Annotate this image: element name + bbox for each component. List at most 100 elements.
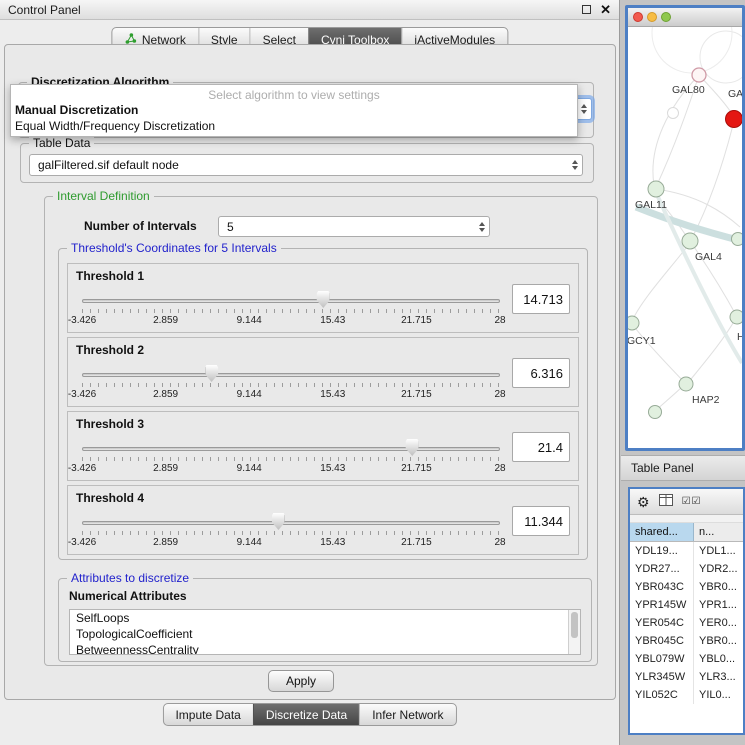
columns-icon[interactable] — [659, 493, 673, 511]
threshold-1-slider[interactable]: -3.426 2.859 9.144 15.43 21.715 28 — [82, 290, 500, 332]
slider-track[interactable] — [82, 299, 500, 303]
group-legend: Interval Definition — [53, 189, 154, 203]
table-row[interactable]: YER054CYER0... — [630, 614, 743, 632]
num-intervals-label: Number of Intervals — [84, 219, 197, 233]
tab-impute-data[interactable]: Impute Data — [163, 704, 252, 725]
tab-label: Impute Data — [175, 708, 240, 722]
combo-stepper-icon — [572, 160, 578, 170]
slider-track[interactable] — [82, 521, 500, 525]
bottom-tab-bar: Impute Data Discretize Data Infer Networ… — [162, 703, 456, 726]
scrollbar-thumb[interactable] — [571, 612, 578, 638]
slider-thumb[interactable] — [317, 291, 330, 308]
table-data-value: galFiltered.sif default node — [38, 158, 179, 172]
threshold-3-value-field[interactable] — [512, 432, 570, 462]
slider-thumb[interactable] — [205, 365, 218, 382]
network-node[interactable] — [732, 233, 743, 246]
column-header-shared-name[interactable]: shared... — [630, 523, 694, 541]
network-node-gal80[interactable] — [692, 68, 706, 82]
node-label: GAL80 — [672, 84, 705, 96]
group-legend: Attributes to discretize — [67, 571, 193, 585]
network-node-gal11[interactable] — [648, 181, 664, 197]
table-row[interactable]: YIL052CYIL0... — [630, 686, 743, 704]
num-intervals-combobox[interactable]: 5 — [218, 216, 490, 237]
network-node[interactable] — [730, 310, 742, 324]
slider-thumb[interactable] — [272, 513, 285, 530]
node-label: H — [737, 331, 742, 343]
slider-track[interactable] — [82, 447, 500, 451]
table-row[interactable]: YBR045CYBR0... — [630, 632, 743, 650]
zoom-traffic-light-icon[interactable] — [661, 12, 671, 22]
list-scrollbar[interactable] — [568, 610, 580, 654]
network-node[interactable] — [668, 108, 679, 119]
tab-discretize-data[interactable]: Discretize Data — [253, 704, 359, 725]
table-header-row: shared... n... — [630, 523, 743, 542]
slider-ticks — [82, 383, 500, 387]
table-data-group: Table Data galFiltered.sif default node — [20, 143, 594, 183]
slider-track[interactable] — [82, 373, 500, 377]
window-title: Control Panel — [8, 3, 81, 17]
threshold-3-panel: Threshold 3 -3.426 2.859 9.144 15.43 21.… — [67, 411, 579, 481]
thresholds-group: Threshold's Coordinates for 5 Intervals … — [58, 248, 588, 560]
table-body: YDL19...YDL1... YDR27...YDR2... YBR043CY… — [630, 542, 743, 704]
threshold-label: Threshold 4 — [76, 491, 144, 505]
threshold-2-value-field[interactable] — [512, 358, 570, 388]
dropdown-option-manual[interactable]: Manual Discretization — [11, 102, 577, 118]
tab-infer-network[interactable]: Infer Network — [359, 704, 455, 725]
float-window-icon[interactable] — [582, 5, 591, 14]
slider-ticks — [82, 309, 500, 313]
threshold-3-slider[interactable]: -3.426 2.859 9.144 15.43 21.715 28 — [82, 438, 500, 480]
column-header-name[interactable]: n... — [694, 523, 743, 541]
table-row[interactable]: YDL19...YDL1... — [630, 542, 743, 560]
threshold-1-value-field[interactable] — [512, 284, 570, 314]
network-node-hap2[interactable] — [679, 377, 693, 391]
close-window-icon[interactable]: ✕ — [600, 3, 611, 16]
tab-label: Infer Network — [372, 708, 443, 722]
table-row[interactable]: YBR043CYBR0... — [630, 578, 743, 596]
slider-ticks — [82, 531, 500, 535]
node-label: GA — [728, 88, 742, 100]
attributes-group: Attributes to discretize Numerical Attri… — [58, 578, 592, 662]
table-row[interactable]: YLR345WYLR3... — [630, 668, 743, 686]
network-node-gcy1[interactable] — [628, 316, 639, 330]
node-label: GCY1 — [628, 335, 656, 347]
node-label: GAL4 — [695, 251, 722, 263]
table-toolbar: ⚙ ☑☑ — [630, 489, 743, 515]
threshold-4-slider[interactable]: -3.426 2.859 9.144 15.43 21.715 28 — [82, 512, 500, 554]
threshold-2-panel: Threshold 2 -3.426 2.859 9.144 15.43 21.… — [67, 337, 579, 407]
table-panel-title: Table Panel — [631, 461, 694, 475]
numerical-attributes-list: SelfLoops TopologicalCoefficient Between… — [69, 609, 581, 655]
control-panel-titlebar: Control Panel ✕ — [0, 0, 619, 20]
threshold-1-panel: Threshold 1 -3.426 2.859 9.144 15.43 21.… — [67, 263, 579, 333]
network-window-titlebar — [628, 8, 742, 27]
group-legend: Threshold's Coordinates for 5 Intervals — [67, 241, 281, 255]
close-traffic-light-icon[interactable] — [633, 12, 643, 22]
network-node-gal4[interactable] — [682, 233, 698, 249]
table-row[interactable]: YDR27...YDR2... — [630, 560, 743, 578]
node-label: GAL11 — [635, 199, 667, 211]
apply-button[interactable]: Apply — [268, 670, 334, 692]
threshold-2-slider[interactable]: -3.426 2.859 9.144 15.43 21.715 28 — [82, 364, 500, 406]
table-row[interactable]: YBL079WYBL0... — [630, 650, 743, 668]
select-columns-checkbox-icons[interactable]: ☑☑ — [682, 496, 702, 507]
num-intervals-value: 5 — [227, 220, 234, 234]
list-item[interactable]: SelfLoops — [70, 610, 580, 626]
network-node[interactable] — [649, 406, 662, 419]
threshold-label: Threshold 1 — [76, 269, 144, 283]
list-item[interactable]: TopologicalCoefficient — [70, 626, 580, 642]
combo-stepper-icon — [581, 104, 587, 114]
threshold-4-value-field[interactable] — [512, 506, 570, 536]
node-label: HAP2 — [692, 394, 720, 406]
dropdown-option-equal-width[interactable]: Equal Width/Frequency Discretization — [11, 118, 577, 134]
network-node-red[interactable] — [726, 111, 743, 128]
algorithm-dropdown-popup: Select algorithm to view settings Manual… — [10, 84, 578, 137]
gear-icon[interactable]: ⚙ — [637, 495, 650, 509]
threshold-4-panel: Threshold 4 -3.426 2.859 9.144 15.43 21.… — [67, 485, 579, 555]
network-canvas[interactable]: GAL80 GA GAL11 GAL4 GCY1 H HAP2 — [628, 27, 742, 448]
table-data-combobox[interactable]: galFiltered.sif default node — [29, 154, 583, 176]
tab-label: Discretize Data — [266, 708, 347, 722]
minimize-traffic-light-icon[interactable] — [647, 12, 657, 22]
table-panel-window: ⚙ ☑☑ shared... n... YDL19...YDL1... YDR2… — [628, 487, 745, 735]
list-item[interactable]: BetweennessCentrality — [70, 642, 580, 655]
slider-thumb[interactable] — [406, 439, 419, 456]
table-row[interactable]: YPR145WYPR1... — [630, 596, 743, 614]
